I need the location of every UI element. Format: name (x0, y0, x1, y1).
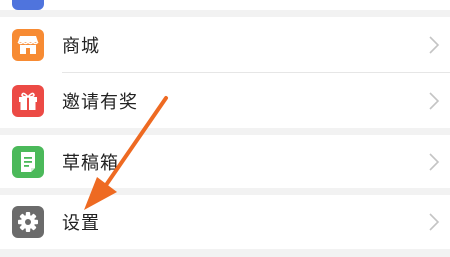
menu-item-store-label: 商城 (62, 36, 100, 57)
chevron-right-icon (429, 36, 440, 54)
menu-screen: 商城 邀请有奖 草稿箱 设置 (0, 0, 450, 257)
store-icon (12, 29, 44, 61)
draft-icon (12, 145, 44, 178)
menu-group-top-partial (0, 0, 450, 10)
menu-group-3: 设置 (0, 195, 450, 249)
menu-item-settings[interactable]: 设置 (0, 195, 450, 249)
menu-item-drafts[interactable]: 草稿箱 (0, 135, 450, 188)
gift-icon (12, 84, 44, 117)
menu-item-drafts-label: 草稿箱 (62, 152, 119, 174)
chevron-right-icon (429, 213, 440, 231)
menu-group-1: 商城 邀请有奖 (0, 17, 450, 128)
partial-menu-icon (12, 0, 44, 10)
menu-item-settings-label: 设置 (62, 213, 100, 234)
chevron-right-icon (429, 91, 440, 110)
menu-item-store[interactable]: 商城 (0, 17, 450, 73)
menu-group-2: 草稿箱 (0, 135, 450, 188)
menu-item-invite[interactable]: 邀请有奖 (0, 73, 450, 128)
menu-item-invite-label: 邀请有奖 (62, 91, 138, 113)
chevron-right-icon (429, 152, 440, 171)
gear-icon (12, 206, 44, 238)
